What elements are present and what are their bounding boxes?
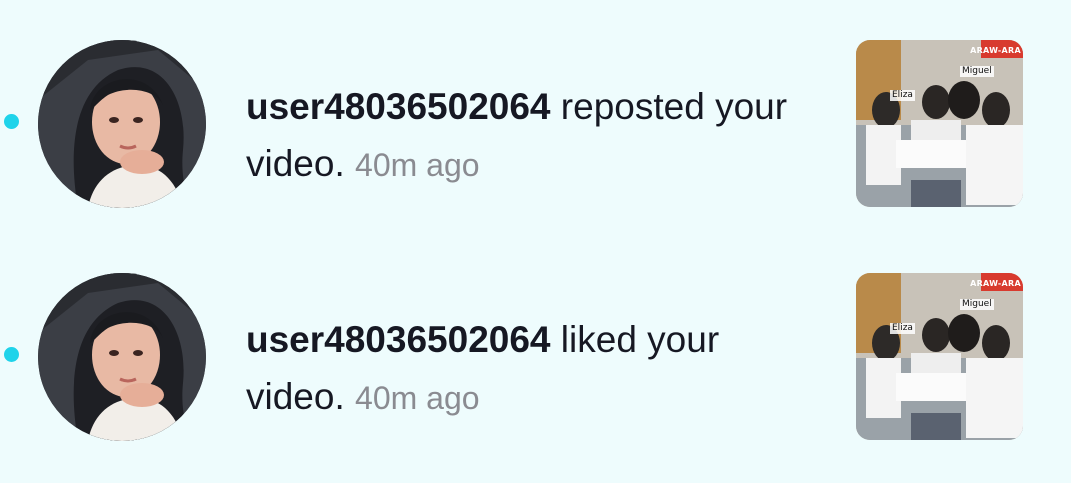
timestamp: 40m ago	[355, 380, 480, 416]
thumbnail-tag: Miguel	[960, 66, 994, 77]
notification-item[interactable]: user48036502064 reposted your video. 40m…	[0, 40, 1071, 210]
thumbnail-banner-text: ARAW-ARA	[970, 279, 1021, 288]
notification-list: user48036502064 reposted your video. 40m…	[0, 0, 1071, 483]
avatar-photo-icon	[38, 40, 206, 208]
video-thumbnail[interactable]: ARAW-ARA Eliza Miguel	[856, 273, 1023, 440]
thumbnail-tag: Eliza	[890, 323, 915, 334]
thumbnail-tag: Miguel	[960, 299, 994, 310]
unread-indicator	[4, 347, 19, 362]
avatar-photo-icon	[38, 273, 206, 441]
thumbnail-banner-text: ARAW-ARA	[970, 46, 1021, 55]
notification-text: user48036502064 reposted your video. 40m…	[246, 78, 816, 194]
notification-text: user48036502064 liked your video. 40m ag…	[246, 311, 816, 427]
unread-indicator	[4, 114, 19, 129]
username-link[interactable]: user48036502064	[246, 86, 551, 127]
video-thumbnail[interactable]: ARAW-ARA Eliza Miguel	[856, 40, 1023, 207]
avatar[interactable]	[38, 273, 206, 441]
notification-item[interactable]: user48036502064 liked your video. 40m ag…	[0, 273, 1071, 443]
username-link[interactable]: user48036502064	[246, 319, 551, 360]
thumbnail-tag: Eliza	[890, 90, 915, 101]
timestamp: 40m ago	[355, 147, 480, 183]
avatar[interactable]	[38, 40, 206, 208]
video-thumbnail-image-icon	[856, 273, 1023, 440]
video-thumbnail-image-icon	[856, 40, 1023, 207]
